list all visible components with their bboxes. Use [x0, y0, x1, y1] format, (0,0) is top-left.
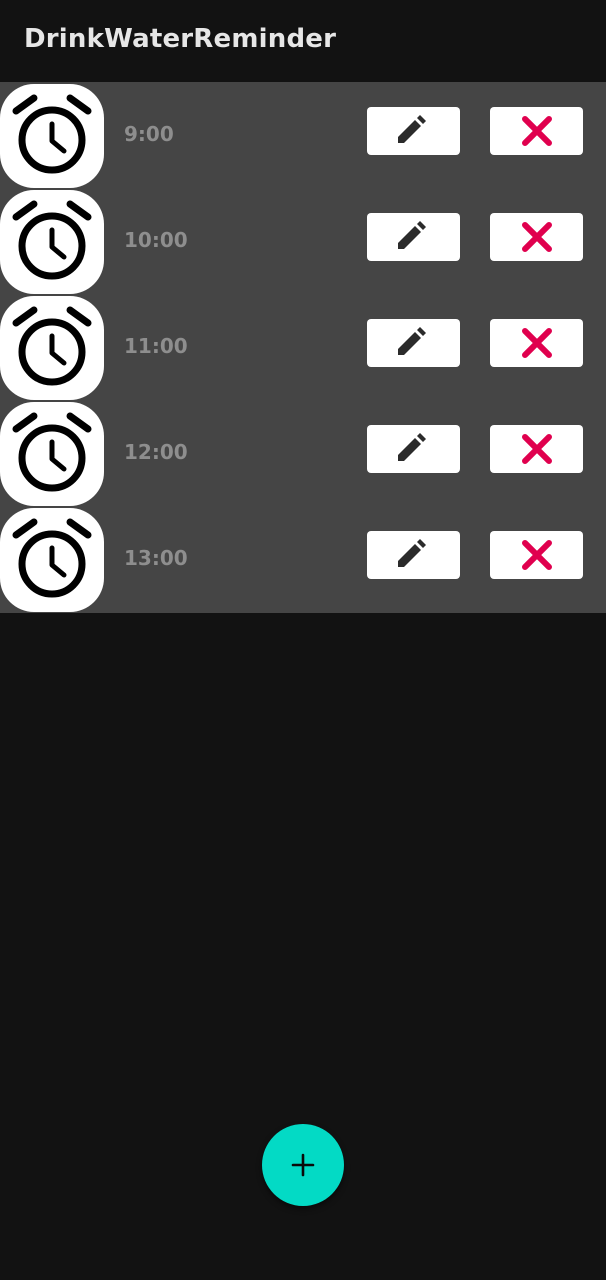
reminder-time: 9:00 — [124, 122, 174, 146]
delete-button[interactable] — [490, 213, 583, 261]
close-x-icon — [522, 540, 552, 570]
reminder-row[interactable]: 13:00 — [0, 506, 606, 612]
edit-button[interactable] — [367, 425, 460, 473]
alarm-clock-icon — [0, 402, 104, 506]
delete-button[interactable] — [490, 319, 583, 367]
reminder-row[interactable]: 9:00 — [0, 82, 606, 188]
pencil-icon — [398, 539, 426, 567]
delete-button[interactable] — [490, 425, 583, 473]
app-title: DrinkWaterReminder — [24, 24, 337, 54]
pencil-icon — [398, 433, 426, 461]
add-reminder-button[interactable] — [262, 1124, 344, 1206]
close-x-icon — [522, 434, 552, 464]
alarm-clock-icon — [0, 296, 104, 400]
edit-button[interactable] — [367, 107, 460, 155]
plus-icon — [291, 1153, 315, 1177]
edit-button[interactable] — [367, 319, 460, 367]
pencil-icon — [398, 327, 426, 355]
reminder-row[interactable]: 10:00 — [0, 188, 606, 294]
edit-button[interactable] — [367, 213, 460, 261]
pencil-icon — [398, 221, 426, 249]
reminder-row[interactable]: 12:00 — [0, 400, 606, 506]
delete-button[interactable] — [490, 107, 583, 155]
alarm-clock-icon — [0, 84, 104, 188]
delete-button[interactable] — [490, 531, 583, 579]
edit-button[interactable] — [367, 531, 460, 579]
close-x-icon — [522, 222, 552, 252]
reminder-time: 13:00 — [124, 546, 188, 570]
reminder-time: 10:00 — [124, 228, 188, 252]
alarm-clock-icon — [0, 508, 104, 612]
alarm-clock-icon — [0, 190, 104, 294]
reminder-row[interactable]: 11:00 — [0, 294, 606, 400]
reminder-time: 11:00 — [124, 334, 188, 358]
reminder-time: 12:00 — [124, 440, 188, 464]
pencil-icon — [398, 115, 426, 143]
app-bar: DrinkWaterReminder — [0, 0, 606, 84]
close-x-icon — [522, 328, 552, 358]
reminder-list: 9:00 10:00 11:00 12:00 13:00 — [0, 82, 606, 613]
close-x-icon — [522, 116, 552, 146]
